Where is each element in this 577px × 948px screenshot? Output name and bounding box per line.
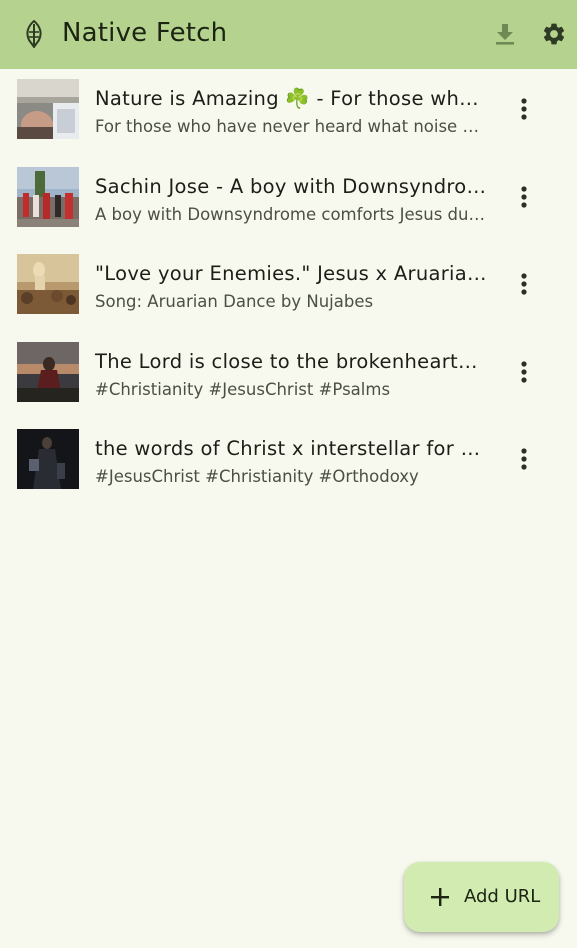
thumbnail-procession bbox=[17, 166, 79, 227]
add-url-label: Add URL bbox=[464, 886, 541, 907]
more-vert-icon bbox=[521, 273, 527, 295]
more-options-button[interactable] bbox=[512, 181, 536, 213]
item-subtitle: Song: Aruarian Dance by Nujabes bbox=[95, 292, 374, 311]
list-item[interactable]: Sachin Jose - A boy with Downsyndrome co… bbox=[0, 157, 577, 245]
list-item[interactable]: "Love your Enemies." Jesus x Aruarian Da… bbox=[0, 244, 577, 332]
more-vert-icon bbox=[521, 98, 527, 120]
item-subtitle: For those who have never heard what nois… bbox=[95, 117, 487, 136]
settings-button[interactable] bbox=[538, 18, 570, 50]
thumbnail-room bbox=[17, 79, 79, 139]
app-title: Native Fetch bbox=[62, 18, 228, 48]
list-item[interactable]: Nature is Amazing ☘️ - For those who hav… bbox=[0, 69, 577, 157]
plus-icon bbox=[431, 888, 449, 906]
thumbnail-praying bbox=[17, 341, 79, 402]
app-bar: Native Fetch bbox=[0, 0, 577, 69]
item-title: Nature is Amazing ☘️ - For those who hav… bbox=[95, 87, 487, 110]
item-subtitle: #Christianity #JesusChrist #Psalms bbox=[95, 379, 391, 399]
thumbnail-dark bbox=[17, 429, 79, 489]
thumbnail-painting bbox=[17, 254, 79, 314]
item-title: the words of Christ x interstellar for 1… bbox=[95, 437, 487, 460]
more-vert-icon bbox=[521, 360, 527, 383]
download-icon bbox=[496, 24, 514, 45]
gear-icon bbox=[543, 23, 565, 45]
more-options-button[interactable] bbox=[512, 93, 536, 125]
add-url-button[interactable]: Add URL bbox=[404, 862, 559, 932]
video-list: Nature is Amazing ☘️ - For those who hav… bbox=[0, 69, 577, 507]
item-subtitle: A boy with Downsyndrome comforts Jesus d… bbox=[95, 204, 487, 224]
item-title: Sachin Jose - A boy with Downsyndrome co… bbox=[95, 174, 487, 198]
more-options-button[interactable] bbox=[512, 268, 536, 300]
more-options-button[interactable] bbox=[512, 443, 536, 475]
item-title: The Lord is close to the brokenhearted a… bbox=[95, 349, 487, 373]
app-logo-icon bbox=[20, 20, 48, 48]
more-vert-icon bbox=[521, 185, 527, 208]
download-button[interactable] bbox=[490, 18, 520, 50]
list-item[interactable]: the words of Christ x interstellar for 1… bbox=[0, 419, 577, 507]
item-subtitle: #JesusChrist #Christianity #Orthodoxy bbox=[95, 467, 419, 486]
more-options-button[interactable] bbox=[512, 356, 536, 388]
item-title: "Love your Enemies." Jesus x Aruarian Da… bbox=[95, 262, 487, 285]
more-vert-icon bbox=[521, 448, 527, 470]
list-item[interactable]: The Lord is close to the brokenhearted a… bbox=[0, 332, 577, 420]
